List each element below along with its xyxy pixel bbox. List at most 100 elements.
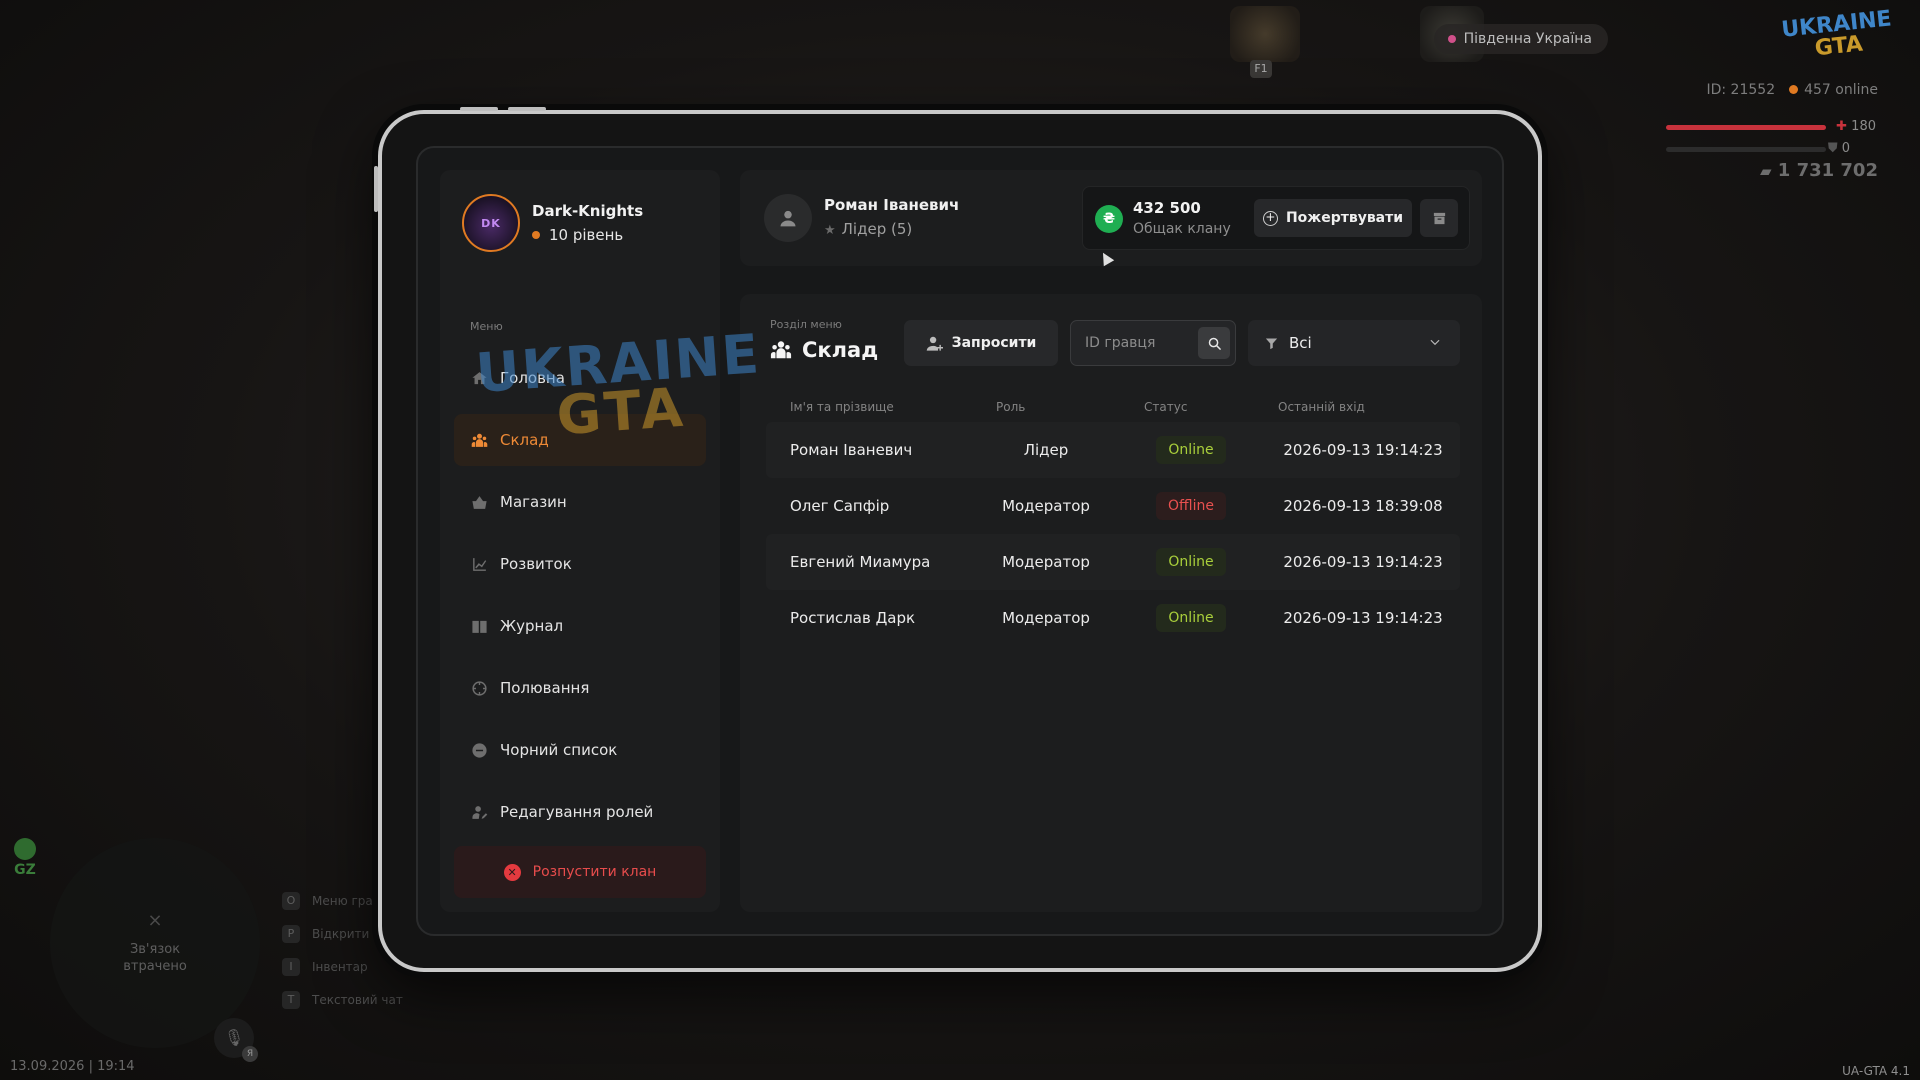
page-title: Склад <box>770 338 878 362</box>
hud-minimap: ⨯ Зв'язок втрачено <box>50 838 260 1048</box>
hud-version: UA-GTA 4.1 <box>1842 1064 1910 1078</box>
clan-name: Dark-Knights <box>532 202 644 220</box>
people-icon <box>470 431 488 449</box>
member-role: Лідер <box>1023 441 1069 459</box>
hud-key-f1: F1 <box>1250 60 1272 78</box>
tablet-screen: DK Dark-Knights 10 рівень Меню Головна С… <box>416 146 1504 936</box>
mic-icon: 🎙 Я <box>214 1018 258 1062</box>
role-filter-select[interactable]: Всі <box>1248 320 1460 366</box>
star-icon: ★ <box>824 223 836 238</box>
section-caption: Розділ меню <box>770 318 842 331</box>
tablet-power-button <box>374 166 378 212</box>
status-badge: Online <box>1156 436 1226 464</box>
hud-money: ▰ 1 731 702 <box>1759 160 1878 181</box>
user-icon <box>780 210 796 227</box>
hud-online-count: 457 online <box>1804 82 1878 98</box>
table-row[interactable]: Роман Іваневич Лідер Online 2026-09-13 1… <box>766 422 1460 478</box>
hud-key-hint: I Інвентар <box>282 950 403 983</box>
archive-button[interactable] <box>1420 199 1458 237</box>
close-circle-icon: ✕ <box>503 863 521 881</box>
status-badge: Online <box>1156 548 1226 576</box>
sidebar-item-journal[interactable]: Журнал <box>454 600 706 652</box>
key-hint-label: Відкрити <box>312 926 370 941</box>
sidebar-item-hunting[interactable]: Полювання <box>454 662 706 714</box>
chart-icon <box>470 555 488 573</box>
add-user-icon <box>926 336 943 351</box>
clan-level: 10 рівень <box>532 226 643 244</box>
hryvnia-coin-icon: ₴ <box>1095 205 1123 233</box>
member-last-login: 2026-09-13 19:14:23 <box>1283 441 1443 459</box>
member-name: Евгений Миамура <box>790 553 931 571</box>
basket-icon <box>470 493 488 511</box>
table-header: Ім'я та прізвище Роль Статус Останній вх… <box>766 392 1460 422</box>
sidebar-item-blacklist[interactable]: Чорний список <box>454 724 706 776</box>
menu-caption: Меню <box>470 320 503 333</box>
key-cap: I <box>282 957 300 976</box>
people-icon <box>770 341 792 359</box>
sidebar-item-shop[interactable]: Магазин <box>454 476 706 528</box>
disband-clan-button[interactable]: ✕ Розпустити клан <box>454 846 706 898</box>
key-hint-label: Інвентар <box>312 959 368 974</box>
status-badge: Offline <box>1156 492 1226 520</box>
chevron-down-icon <box>1428 335 1442 349</box>
user-edit-icon <box>470 803 488 821</box>
storage-panel: Розділ меню Склад Запросити Всі <box>740 294 1482 912</box>
shield-icon <box>14 838 36 860</box>
clan-tablet: DK Dark-Knights 10 рівень Меню Головна С… <box>374 107 1542 972</box>
archive-icon <box>1433 212 1445 224</box>
hud-region-badge: Південна Україна <box>1433 24 1608 54</box>
user-role: ★ Лідер (5) <box>824 220 913 238</box>
clan-avatar: DK <box>462 194 520 252</box>
member-name: Олег Сапфір <box>790 497 890 515</box>
key-hint-label: Текстовий чат <box>312 992 403 1007</box>
online-dot-icon <box>1789 85 1799 94</box>
sidebar: DK Dark-Knights 10 рівень Меню Головна С… <box>440 170 720 912</box>
member-last-login: 2026-09-13 18:39:08 <box>1283 497 1443 515</box>
sidebar-menu: Головна Склад Магазин Розвиток Журнал По… <box>454 352 706 848</box>
member-last-login: 2026-09-13 19:14:23 <box>1283 553 1443 571</box>
table-body: Роман Іваневич Лідер Online 2026-09-13 1… <box>766 422 1460 646</box>
key-hint-label: Меню гра <box>312 893 373 908</box>
column-header-status: Статус <box>1144 400 1188 414</box>
member-role: Модератор <box>1002 609 1090 627</box>
hud-player-id: ID: 21552 <box>1706 82 1776 98</box>
wallet-amount: 432 500 <box>1133 199 1201 217</box>
home-icon <box>470 369 488 387</box>
clan-wallet: ₴ 432 500 Общак клану + Пожертвувати <box>1082 186 1470 250</box>
hud-health-bar <box>1666 125 1826 130</box>
member-role: Модератор <box>1002 497 1090 515</box>
hud-datetime: 13.09.2026 | 19:14 <box>10 1059 135 1074</box>
table-row[interactable]: Евгений Миамура Модератор Online 2026-09… <box>766 534 1460 590</box>
hud-game-logo: UKRAINE GTA <box>1770 6 1907 71</box>
donate-button[interactable]: + Пожертвувати <box>1254 199 1412 237</box>
table-row[interactable]: Ростислав Дарк Модератор Online 2026-09-… <box>766 590 1460 646</box>
sidebar-item-development[interactable]: Розвиток <box>454 538 706 590</box>
sidebar-item-role-editing[interactable]: Редагування ролей <box>454 786 706 838</box>
tablet-volume-button <box>508 107 546 111</box>
sidebar-item-home[interactable]: Головна <box>454 352 706 404</box>
hud-key-hint: T Текстовий чат <box>282 983 403 1016</box>
player-id-search-input[interactable] <box>1071 321 1197 365</box>
column-header-role: Роль <box>996 400 1026 414</box>
member-role: Модератор <box>1002 553 1090 571</box>
members-table: Ім'я та прізвище Роль Статус Останній вх… <box>766 392 1460 646</box>
book-icon <box>470 617 488 635</box>
hud-health-value: ✚ 180 <box>1836 119 1876 134</box>
user-name: Роман Іваневич <box>824 196 960 214</box>
filter-icon <box>1264 336 1289 351</box>
invite-button[interactable]: Запросити <box>904 320 1058 366</box>
sidebar-item-storage[interactable]: Склад <box>454 414 706 466</box>
table-row[interactable]: Олег Сапфір Модератор Offline 2026-09-13… <box>766 478 1460 534</box>
search-button[interactable] <box>1198 327 1230 359</box>
member-name: Ростислав Дарк <box>790 609 916 627</box>
key-cap: O <box>282 891 300 910</box>
minimap-status: Зв'язок втрачено <box>123 942 187 974</box>
cash-icon: ▰ <box>1759 162 1772 180</box>
hud-armor-bar <box>1666 147 1826 152</box>
user-avatar <box>764 194 812 242</box>
search-box <box>1070 320 1236 366</box>
hud-badge-left <box>1230 6 1300 62</box>
column-header-name: Ім'я та прізвище <box>790 400 894 414</box>
crosshair-icon <box>470 679 488 697</box>
key-cap: P <box>282 924 300 943</box>
